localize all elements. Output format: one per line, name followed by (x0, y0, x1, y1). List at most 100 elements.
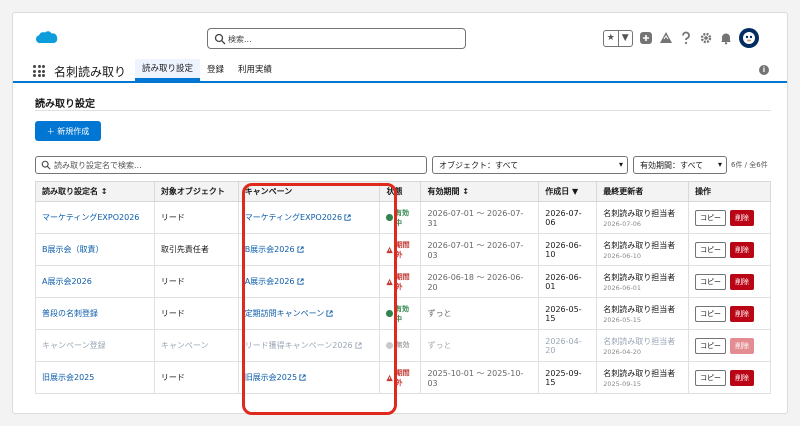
record-count: 6件 / 全6件 (731, 161, 768, 169)
app-window: 検索... ★ ▼ 名刺読み取り 読み取り設定 登録 利用実績 i 読み取り設定… (12, 12, 788, 415)
tab-usage[interactable]: 利用実績 (231, 59, 279, 81)
trailhead-icon[interactable] (659, 31, 673, 45)
setting-name-link[interactable]: キャンペーン登録 (42, 341, 106, 350)
setting-name-link[interactable]: A展示会2026 (42, 277, 92, 286)
copy-button[interactable]: コピー (695, 241, 727, 258)
tab-reading-settings[interactable]: 読み取り設定 (135, 59, 201, 81)
user-avatar[interactable] (739, 28, 759, 48)
status-badge: 期間外 (386, 240, 414, 260)
new-button[interactable]: ＋ 新規作成 (35, 121, 101, 141)
last-updater: 名刺読み取り担当者 (603, 336, 676, 346)
delete-button[interactable]: 削除 (730, 241, 755, 258)
settings-search-input[interactable]: 読み取り設定名で検索... (35, 156, 427, 174)
add-icon[interactable] (639, 31, 653, 45)
info-icon[interactable]: i (759, 65, 769, 75)
external-link-icon (344, 214, 351, 221)
campaign-link[interactable]: リード獲得キャンペーン2026 (245, 341, 362, 350)
status-label: 期間外 (395, 272, 410, 291)
star-icon: ★ (606, 33, 615, 43)
setting-name-link[interactable]: B展示会（取責） (42, 245, 104, 254)
status-label: 期間外 (395, 240, 410, 259)
campaign-link[interactable]: マーケティングEXPO2026 (245, 213, 351, 222)
status-label: 有効中 (394, 208, 409, 227)
tab-register[interactable]: 登録 (200, 59, 231, 81)
bell-icon[interactable] (719, 31, 733, 45)
status-badge: 有効中 (386, 304, 414, 324)
delete-button[interactable]: 削除 (730, 209, 755, 226)
app-name: 名刺読み取り (54, 65, 127, 79)
campaign-name: B展示会2026 (244, 245, 295, 254)
campaign-link[interactable]: B展示会2026 (245, 245, 304, 254)
setting-name-link[interactable]: 旧展示会2025 (42, 373, 94, 382)
copy-button[interactable]: コピー (695, 273, 727, 290)
campaign-link[interactable]: 旧展示会2025 (245, 373, 306, 382)
salesforce-cloud-logo[interactable] (35, 30, 59, 46)
warning-icon (386, 278, 394, 285)
delete-button[interactable]: 削除 (730, 369, 755, 386)
copy-button[interactable]: コピー (695, 209, 727, 226)
last-updated-date: 2025-09-15 (603, 379, 641, 388)
header-utility-icons: ★ ▼ (597, 27, 759, 49)
campaign-link[interactable]: A展示会2026 (245, 277, 304, 286)
last-updater: 名刺読み取り担当者 (603, 304, 676, 314)
chevron-down-icon: ▾ (618, 160, 623, 169)
copy-button[interactable]: コピー (695, 305, 727, 322)
object-filter-select[interactable]: オブジェクト：すべて ▾ (432, 156, 628, 174)
target-object: キャンペーン (160, 341, 209, 350)
copy-button[interactable]: コピー (695, 369, 727, 386)
help-icon[interactable] (679, 31, 693, 45)
settings-table: 読み取り設定名 ↕ 対象オブジェクト キャンペーン 状態 有効期間 ↕ 作成日 … (35, 181, 771, 394)
gear-icon[interactable] (699, 31, 713, 45)
favorites-button[interactable]: ★ ▼ (603, 29, 633, 47)
created-date: 2026-05-15 (545, 304, 582, 323)
external-link-icon (296, 246, 304, 253)
campaign-name: 定期訪問キャンペーン (244, 309, 325, 318)
campaign-link[interactable]: 定期訪問キャンペーン (245, 309, 334, 318)
status-badge: 無効 (386, 340, 409, 350)
warning-icon (386, 374, 394, 381)
last-updated-date: 2026-05-15 (603, 315, 641, 324)
delete-button[interactable]: 削除 (730, 305, 755, 322)
col-header-created[interactable]: 作成日 ▼ (538, 181, 598, 202)
status-dot-icon (386, 214, 393, 221)
campaign-name: 旧展示会2025 (244, 373, 298, 382)
last-updater: 名刺読み取り担当者 (603, 240, 676, 250)
chevron-down-icon: ▾ (717, 160, 722, 169)
created-date: 2026-06-01 (545, 272, 582, 291)
app-launcher-icon[interactable] (33, 65, 45, 77)
search-icon (41, 160, 51, 170)
object-filter-value: オブジェクト：すべて (439, 161, 519, 170)
target-object: 取引先責任者 (160, 245, 209, 254)
copy-button[interactable]: コピー (695, 337, 727, 354)
col-header-period[interactable]: 有効期間 ↕ (420, 181, 540, 202)
delete-button[interactable]: 削除 (730, 273, 755, 290)
created-date: 2026-04-20 (545, 336, 582, 355)
last-updater: 名刺読み取り担当者 (603, 368, 676, 378)
target-object: リード (160, 213, 185, 222)
col-header-updater: 最終更新者 (596, 181, 690, 202)
table-row: キャンペーン登録 キャンペーン リード獲得キャンペーン2026 無効 ずっと 2… (35, 329, 771, 362)
astro-avatar-icon (743, 32, 755, 44)
status-label: 期間外 (395, 368, 410, 387)
external-link-icon (326, 310, 333, 317)
status-label: 有効中 (394, 304, 409, 323)
search-placeholder: 検索... (228, 35, 252, 44)
col-header-actions: 操作 (688, 181, 771, 202)
global-header: 検索... ★ ▼ (13, 13, 787, 59)
status-dot-icon (386, 310, 393, 317)
setting-name-link[interactable]: 普段の名刺登録 (42, 309, 98, 318)
table-row: マーケティングEXPO2026 リード マーケティングEXPO2026 有効中 … (35, 201, 771, 234)
campaign-name: A展示会2026 (244, 277, 295, 286)
external-link-icon (299, 374, 306, 381)
col-header-name[interactable]: 読み取り設定名 ↕ (35, 181, 155, 202)
search-icon (214, 33, 226, 45)
last-updated-date: 2026-07-06 (603, 219, 641, 228)
app-navigation-bar: 名刺読み取り 読み取り設定 登録 利用実績 i (13, 59, 787, 83)
setting-name-link[interactable]: マーケティングEXPO2026 (42, 213, 139, 222)
period-filter-select[interactable]: 有効期間：すべて ▾ (633, 156, 727, 174)
campaign-name: リード獲得キャンペーン2026 (244, 341, 353, 350)
global-search-box[interactable]: 検索... (207, 28, 466, 49)
delete-button[interactable]: 削除 (730, 337, 755, 354)
status-badge: 有効中 (386, 208, 414, 228)
table-row: 旧展示会2025 リード 旧展示会2025 期間外 2025-10-01 〜 2… (35, 361, 771, 394)
